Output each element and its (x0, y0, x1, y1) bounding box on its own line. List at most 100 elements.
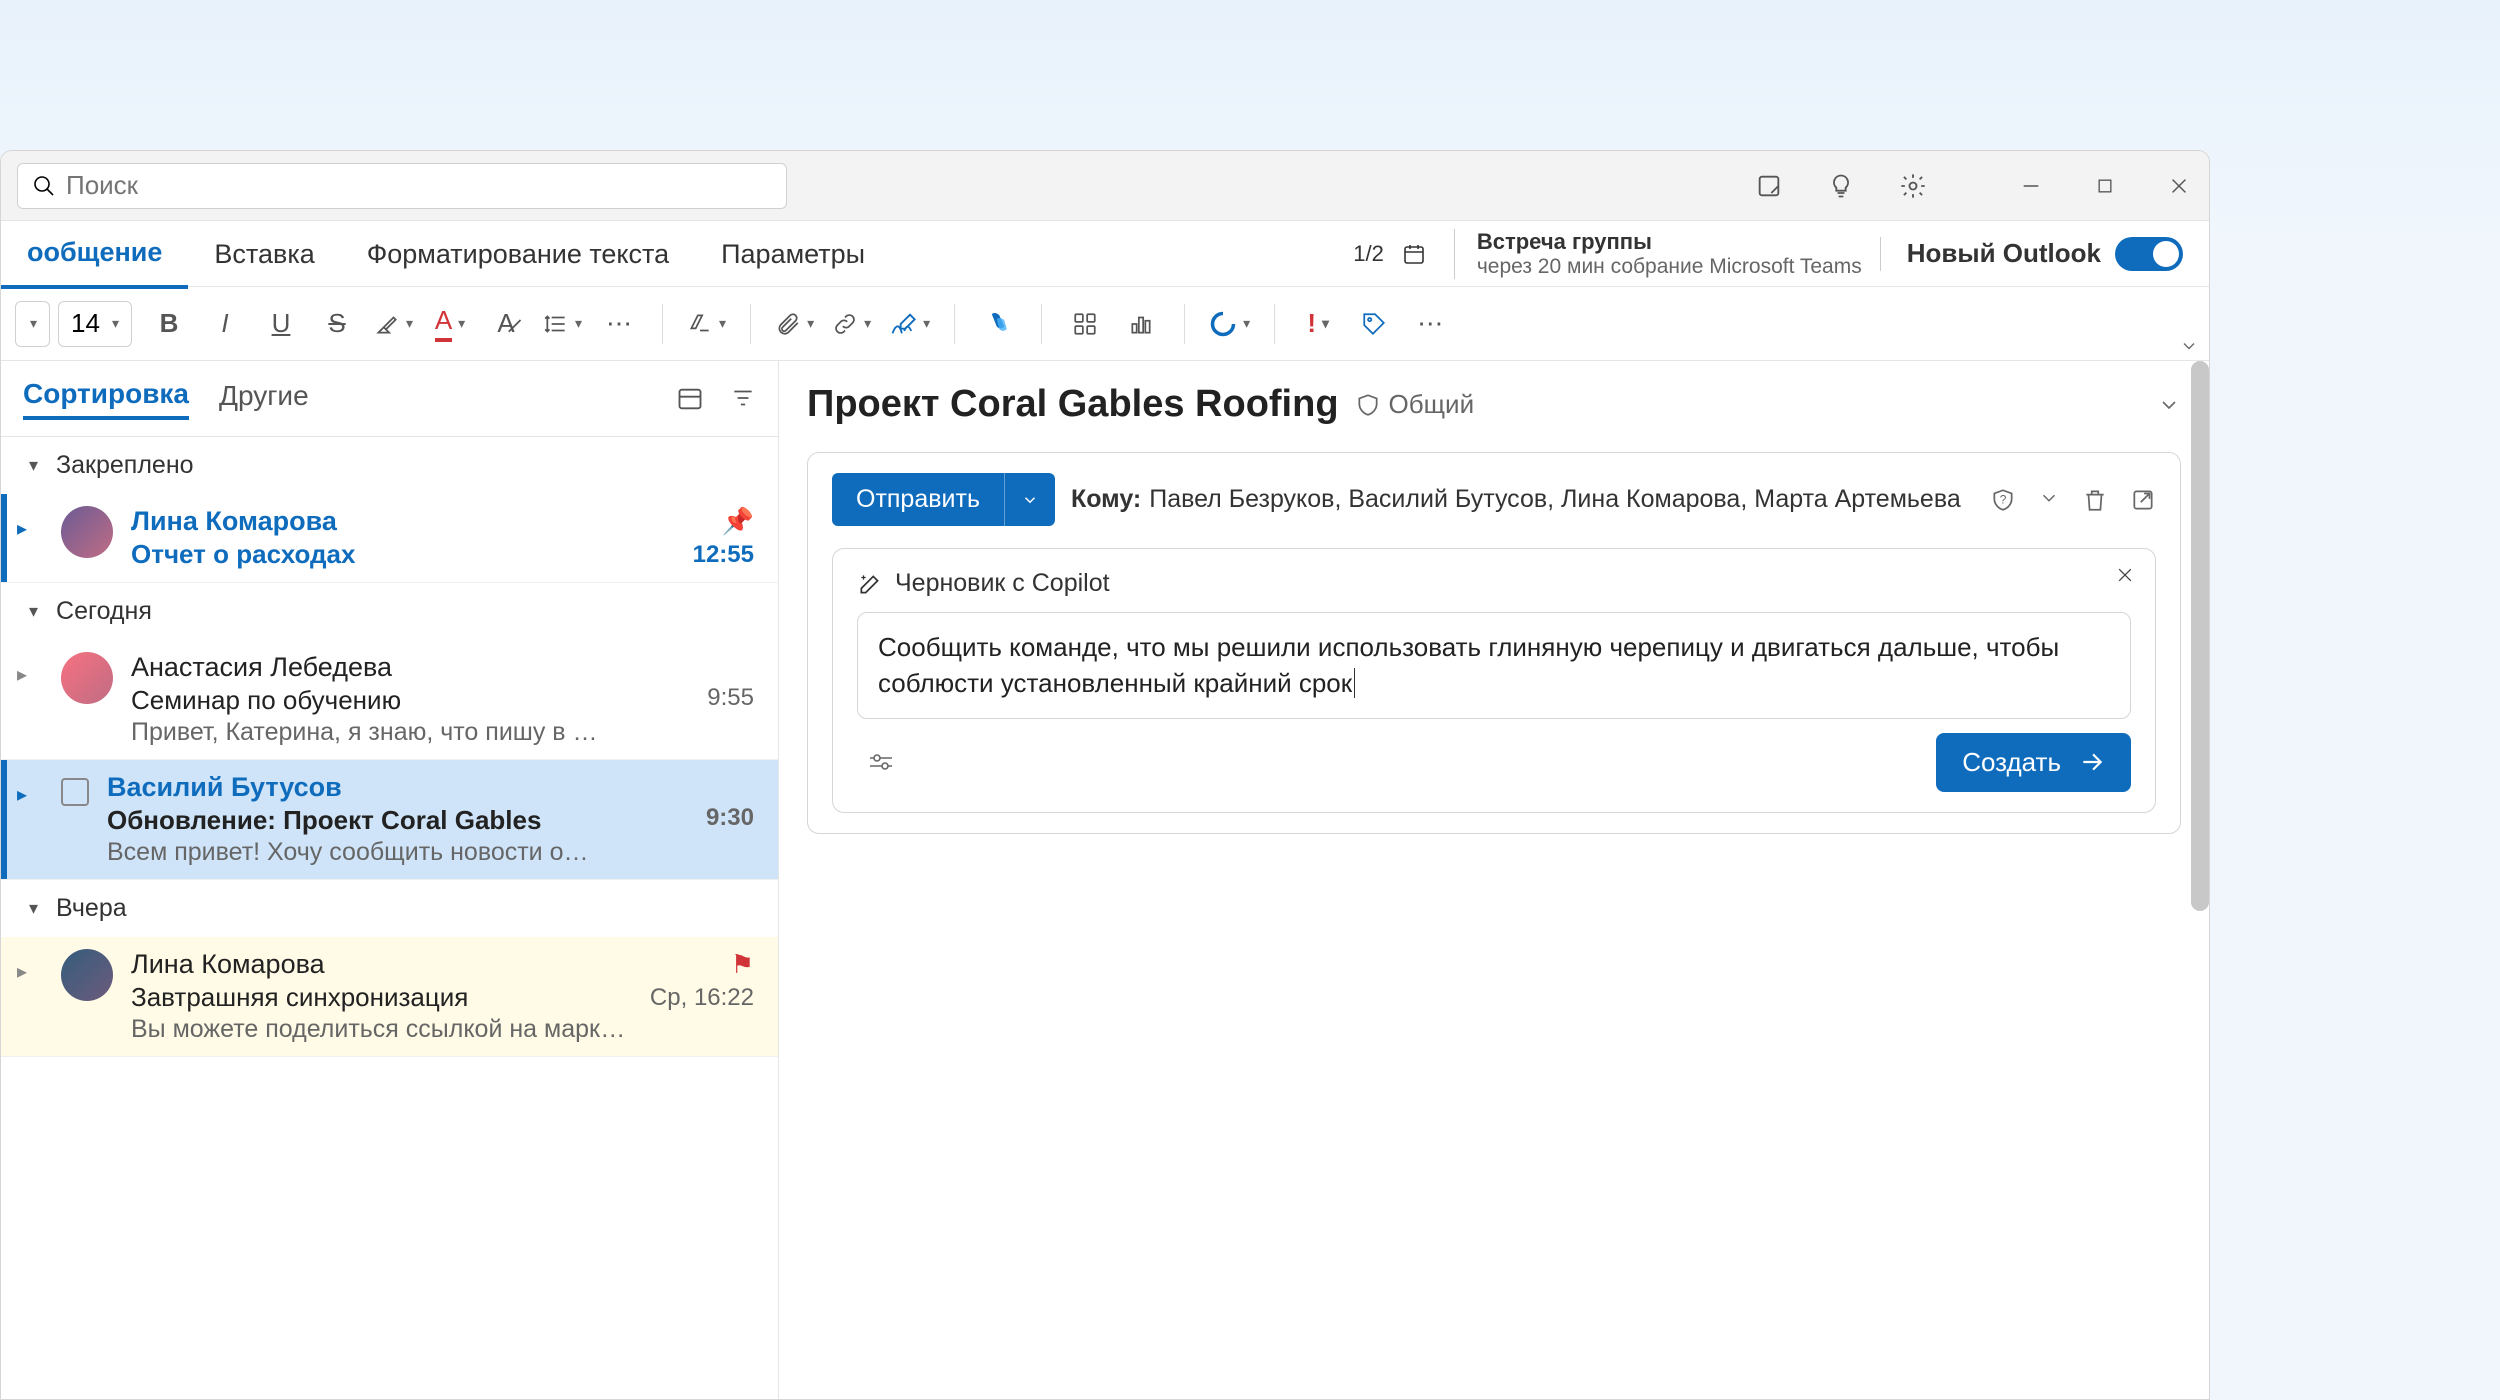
importance-high-button[interactable]: !▾ (1299, 302, 1337, 346)
sensitivity-badge[interactable]: Общий (1355, 389, 1475, 420)
highlight-button[interactable]: ▾ (374, 302, 413, 346)
link-button[interactable]: ▾ (832, 302, 871, 346)
svg-text:?: ? (2000, 492, 2007, 506)
mail-time: 9:30 (706, 804, 754, 832)
font-dropdown[interactable]: ▾ (15, 301, 50, 347)
reading-pane: Проект Coral Gables Roofing Общий Отправ… (779, 361, 2209, 1399)
italic-button[interactable]: I (206, 302, 244, 346)
scrollbar[interactable] (2191, 361, 2209, 911)
message-counter: 1/2 (1353, 241, 1384, 267)
section-label: Вчера (56, 894, 127, 923)
font-size-dropdown[interactable]: 14▾ (58, 301, 132, 347)
underline-button[interactable]: U (262, 302, 300, 346)
mail-from: Лина Комарова (131, 949, 632, 980)
attach-button[interactable]: ▾ (775, 302, 814, 346)
flag-icon[interactable]: ⚑ (731, 949, 754, 980)
mail-subject: Семинар по обучению (131, 685, 689, 716)
poll-button[interactable] (1122, 302, 1160, 346)
tab-message[interactable]: ообщение (1, 219, 188, 289)
mail-preview: Всем привет! Хочу сообщить новости о… (107, 838, 688, 867)
section-pinned[interactable]: ▾ Закреплено (1, 437, 778, 494)
shield-help-icon[interactable]: ? (1990, 487, 2016, 513)
clear-format-button[interactable]: A̷ (487, 302, 525, 346)
avatar (61, 652, 113, 704)
copilot-icon[interactable] (979, 302, 1017, 346)
section-label: Сегодня (56, 597, 152, 626)
strikethrough-button[interactable]: S (318, 302, 356, 346)
popout-icon[interactable] (2130, 487, 2156, 513)
mail-preview: Вы можете поделиться ссылкой на марке… (131, 1015, 632, 1044)
loop-button[interactable]: ▾ (1209, 302, 1250, 346)
minimize-icon[interactable] (2017, 172, 2045, 200)
note-icon[interactable] (1755, 172, 1783, 200)
message-header: Проект Coral Gables Roofing Общий (807, 383, 2181, 426)
compose-header: Отправить Кому:Павел Безруков, Василий Б… (832, 473, 2156, 526)
chevron-down-icon[interactable] (2038, 487, 2060, 513)
pin-icon[interactable]: 📌 (722, 506, 754, 537)
ribbon-expand-icon[interactable] (2179, 336, 2199, 356)
mail-time: Ср, 16:22 (650, 984, 754, 1012)
layout-icon[interactable] (676, 385, 704, 413)
expand-icon[interactable]: ▸ (17, 949, 43, 1044)
avatar (61, 506, 113, 558)
calendar-icon[interactable] (1402, 242, 1426, 266)
copilot-prompt-input[interactable]: Сообщить команде, что мы решили использо… (857, 612, 2131, 719)
more-formatting-button[interactable]: ⋯ (600, 302, 638, 346)
tab-sorted[interactable]: Сортировка (23, 378, 189, 420)
send-dropdown[interactable] (1004, 473, 1055, 526)
select-checkbox[interactable] (61, 778, 89, 806)
expand-icon[interactable]: ▸ (17, 506, 43, 570)
message-title: Проект Coral Gables Roofing (807, 383, 1339, 426)
upcoming-meeting[interactable]: Встреча группы через 20 мин собрание Mic… (1454, 229, 1862, 279)
tab-format-text[interactable]: Форматирование текста (341, 221, 695, 287)
line-spacing-button[interactable]: ▾ (543, 302, 582, 346)
font-color-button[interactable]: A▾ (431, 302, 469, 346)
mail-item[interactable]: ▸ Анастасия Лебедева Семинар по обучению… (1, 640, 778, 760)
close-icon[interactable] (2165, 172, 2193, 200)
tab-other[interactable]: Другие (219, 380, 309, 418)
styles-button[interactable]: ▾ (687, 302, 726, 346)
signature-button[interactable]: ▾ (889, 302, 930, 346)
mail-subject: Обновление: Проект Coral Gables (107, 805, 688, 836)
send-button[interactable]: Отправить (832, 473, 1004, 526)
apps-button[interactable] (1066, 302, 1104, 346)
create-button[interactable]: Создать (1936, 733, 2131, 792)
more-button[interactable]: ⋯ (1411, 302, 1449, 346)
adjust-icon[interactable] (857, 745, 905, 779)
mail-from: Анастасия Лебедева (131, 652, 689, 683)
filter-icon[interactable] (730, 385, 756, 413)
copilot-title: Черновик с Copilot (895, 569, 1110, 598)
gear-icon[interactable] (1899, 172, 1927, 200)
section-yesterday[interactable]: ▾ Вчера (1, 880, 778, 937)
app-window: ообщение Вставка Форматирование текста П… (0, 150, 2210, 1400)
tab-insert[interactable]: Вставка (188, 221, 340, 287)
mail-item-flagged[interactable]: ▸ Лина Комарова Завтрашняя синхронизация… (1, 937, 778, 1057)
tab-options[interactable]: Параметры (695, 221, 891, 287)
bold-button[interactable]: B (150, 302, 188, 346)
mail-item-pinned[interactable]: ▸ Лина Комарова Отчет о расходах 📌 12:55 (1, 494, 778, 583)
search-box[interactable] (17, 163, 787, 209)
search-icon (32, 174, 56, 198)
mail-time: 9:55 (707, 684, 754, 712)
toggle-switch[interactable] (2115, 237, 2183, 271)
chevron-down-icon[interactable] (2157, 393, 2181, 417)
avatar (61, 949, 113, 1001)
content-area: Сортировка Другие ▾ Закреплено ▸ Лина Ко… (1, 361, 2209, 1399)
recipients-line[interactable]: Кому:Павел Безруков, Василий Бутусов, Ли… (1071, 485, 1961, 514)
section-label: Закреплено (56, 451, 194, 480)
chevron-down-icon: ▾ (29, 601, 38, 622)
mail-time: 12:55 (693, 541, 754, 569)
mail-item-selected[interactable]: ▸ Василий Бутусов Обновление: Проект Cor… (1, 760, 778, 880)
search-input[interactable] (66, 170, 772, 201)
maximize-icon[interactable] (2091, 172, 2119, 200)
ribbon-toolbar: ▾ 14▾ B I U S ▾ A▾ A̷ ▾ ⋯ ▾ ▾ ▾ ▾ (1, 287, 2209, 361)
tag-button[interactable] (1355, 302, 1393, 346)
chevron-down-icon: ▾ (29, 455, 38, 476)
mail-list-pane: Сортировка Другие ▾ Закреплено ▸ Лина Ко… (1, 361, 779, 1399)
close-icon[interactable] (2115, 565, 2135, 585)
delete-icon[interactable] (2082, 487, 2108, 513)
section-today[interactable]: ▾ Сегодня (1, 583, 778, 640)
lightbulb-icon[interactable] (1827, 172, 1855, 200)
expand-icon[interactable]: ▸ (17, 652, 43, 747)
expand-icon[interactable]: ▸ (17, 772, 43, 867)
